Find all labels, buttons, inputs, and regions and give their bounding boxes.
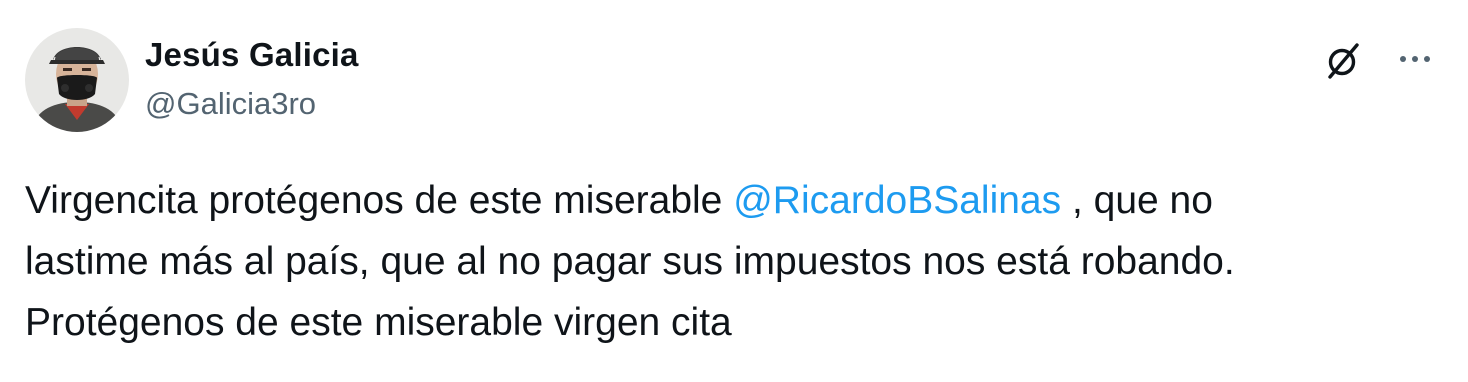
more-dot <box>1412 56 1418 62</box>
grok-logo-icon <box>1328 43 1359 79</box>
tweet-text-segment: , que no <box>1061 179 1213 222</box>
more-dot <box>1400 56 1406 62</box>
mention-link[interactable]: @RicardoBSalinas <box>733 179 1061 222</box>
tweet-text: Virgencita protégenos de este miserable … <box>25 170 1445 353</box>
grok-icon[interactable] <box>1322 38 1366 82</box>
author-avatar[interactable] <box>25 28 129 132</box>
tweet-text-line: Virgencita protégenos de este miserable … <box>25 170 1445 231</box>
author-display-name[interactable]: Jesús Galicia <box>145 36 359 74</box>
avatar-photo-icon <box>25 28 129 132</box>
author-handle[interactable]: @Galicia3ro <box>145 86 316 122</box>
more-dot <box>1424 56 1430 62</box>
tweet-card[interactable]: Jesús Galicia @Galicia3ro Virgencita pro… <box>0 0 1468 382</box>
more-options-icon[interactable] <box>1393 40 1437 78</box>
tweet-text-line: Protégenos de este miserable virgen cita <box>25 301 732 344</box>
tweet-text-segment: Virgencita protégenos de este miserable <box>25 179 734 222</box>
tweet-text-line: lastime más al país, que al no pagar sus… <box>25 240 1235 283</box>
